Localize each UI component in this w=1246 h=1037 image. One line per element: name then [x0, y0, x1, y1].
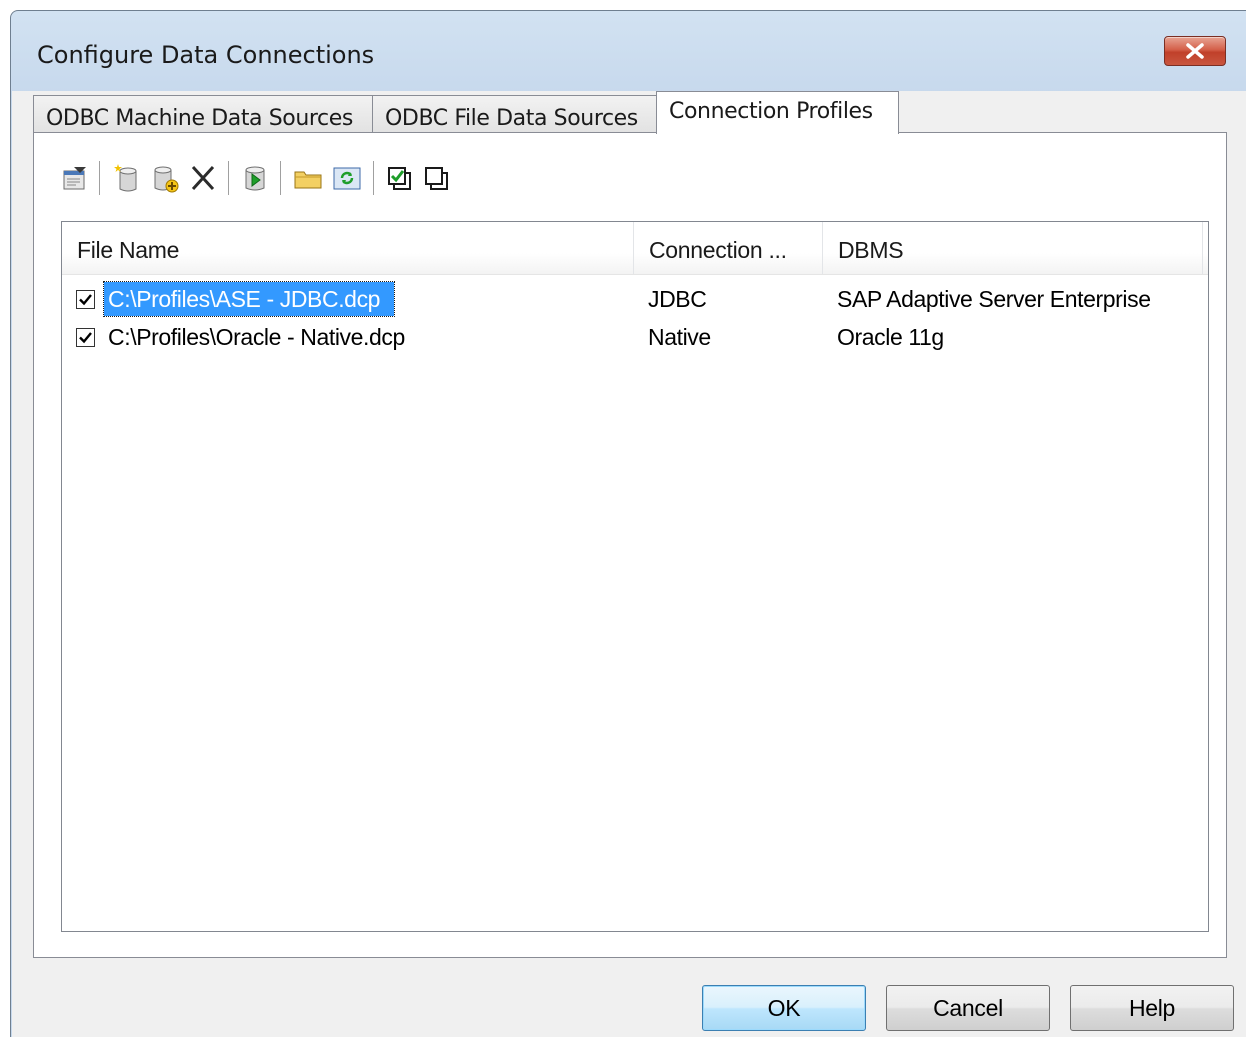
- ok-button[interactable]: OK: [702, 985, 866, 1031]
- toolbar-separator: [99, 161, 101, 195]
- column-header-dbms[interactable]: DBMS: [823, 222, 1203, 274]
- row-checkbox[interactable]: [76, 290, 95, 309]
- close-icon: [1186, 43, 1204, 59]
- list-row[interactable]: C:\Profiles\Oracle - Native.dcp Native O…: [62, 318, 1208, 356]
- column-header-label: DBMS: [838, 237, 904, 263]
- properties-icon: [63, 167, 86, 190]
- row-dbms: SAP Adaptive Server Enterprise: [837, 286, 1151, 312]
- column-header-label: File Name: [77, 237, 180, 263]
- tab-label: ODBC File Data Sources: [385, 106, 638, 131]
- close-button[interactable]: [1164, 36, 1226, 66]
- title-bar[interactable]: Configure Data Connections: [11, 11, 1246, 91]
- dialog-window: Configure Data Connections ODBC Machine …: [10, 10, 1246, 1037]
- toolbar-separator: [280, 161, 282, 195]
- properties-button[interactable]: [56, 158, 94, 198]
- test-connection-icon: [245, 166, 265, 191]
- row-file-name: C:\Profiles\ASE - JDBC.dcp: [102, 281, 396, 317]
- check-all-button[interactable]: [381, 158, 419, 198]
- column-header-file-name[interactable]: File Name: [62, 222, 634, 274]
- refresh-icon: [333, 167, 361, 190]
- row-file-name: C:\Profiles\Oracle - Native.dcp: [108, 324, 405, 350]
- delete-icon: [191, 165, 215, 191]
- checkmark-icon: [79, 332, 92, 344]
- test-connection-button[interactable]: [236, 158, 274, 198]
- help-button[interactable]: Help: [1070, 985, 1234, 1031]
- row-dbms: Oracle 11g: [837, 324, 944, 350]
- uncheck-all-button[interactable]: [418, 158, 456, 198]
- column-divider[interactable]: [1202, 222, 1203, 274]
- row-connection-type: Native: [648, 324, 711, 350]
- tab-label: ODBC Machine Data Sources: [46, 106, 353, 131]
- check-all-icon: [388, 167, 411, 190]
- open-folder-icon: [294, 171, 322, 189]
- checkmark-icon: [79, 294, 92, 306]
- row-connection-type: JDBC: [648, 286, 707, 312]
- open-folder-button[interactable]: [289, 158, 327, 198]
- uncheck-all-icon: [425, 167, 448, 190]
- delete-button[interactable]: [184, 158, 222, 198]
- refresh-button[interactable]: [328, 158, 366, 198]
- toolbar-separator: [373, 161, 375, 195]
- connection-profiles-list[interactable]: File Name Connection ... DBMS C:\Profile…: [61, 221, 1209, 932]
- tab-odbc-machine-data-sources[interactable]: ODBC Machine Data Sources: [33, 95, 373, 133]
- column-header-connection-type[interactable]: Connection ...: [634, 222, 823, 274]
- window-title: Configure Data Connections: [37, 41, 375, 69]
- list-row[interactable]: C:\Profiles\ASE - JDBC.dcp JDBC SAP Adap…: [62, 280, 1208, 318]
- tab-panel-connection-profiles: File Name Connection ... DBMS C:\Profile…: [33, 132, 1227, 958]
- new-connection-icon: [114, 164, 137, 192]
- cancel-button[interactable]: Cancel: [886, 985, 1050, 1031]
- list-header: File Name Connection ... DBMS: [62, 222, 1208, 275]
- add-connection-button[interactable]: [146, 158, 184, 198]
- row-checkbox[interactable]: [76, 328, 95, 347]
- add-connection-icon: [154, 166, 179, 193]
- dialog-client-area: ODBC Machine Data Sources ODBC File Data…: [12, 91, 1246, 1037]
- toolbar-separator: [228, 161, 230, 195]
- tab-label: Connection Profiles: [669, 99, 873, 124]
- new-connection-button[interactable]: [108, 158, 146, 198]
- column-header-label: Connection ...: [649, 237, 787, 263]
- tab-connection-profiles[interactable]: Connection Profiles: [656, 91, 899, 134]
- tab-odbc-file-data-sources[interactable]: ODBC File Data Sources: [372, 95, 657, 133]
